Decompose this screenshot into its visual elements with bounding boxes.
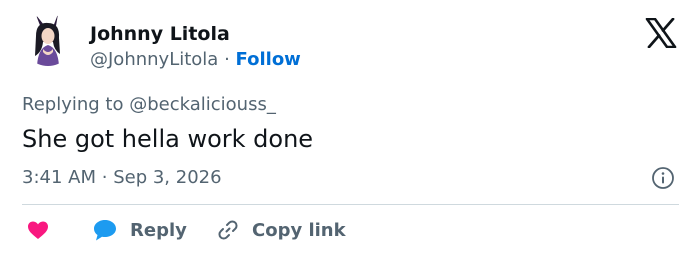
timestamp-separator: · — [101, 167, 108, 188]
author-handle[interactable]: @JohnnyLitola — [90, 49, 218, 70]
author-handle-row: @JohnnyLitola · Follow — [90, 48, 301, 72]
reply-bubble-icon — [94, 220, 116, 241]
tweet-time: 3:41 AM — [22, 167, 96, 188]
link-icon — [218, 220, 238, 240]
avatar[interactable] — [22, 14, 74, 66]
handle-separator: · — [224, 49, 230, 70]
info-icon[interactable] — [651, 166, 675, 190]
divider — [22, 204, 679, 205]
tweet-text: She got hella work done — [22, 125, 314, 153]
heart-icon — [28, 221, 48, 239]
tweet-timestamp[interactable]: 3:41 AM · Sep 3, 2026 — [22, 166, 222, 190]
reply-label: Reply — [130, 219, 187, 241]
avatar-image — [22, 14, 74, 66]
like-button[interactable] — [26, 214, 50, 246]
reply-context: Replying to @beckaliciouss_ — [22, 93, 276, 117]
tweet-card: Johnny Litola @JohnnyLitola · Follow Rep… — [0, 0, 700, 256]
tweet-date: Sep 3, 2026 — [113, 167, 222, 188]
copy-link-label: Copy link — [252, 219, 346, 241]
reply-button[interactable]: Reply — [92, 214, 187, 246]
author-name[interactable]: Johnny Litola — [90, 22, 230, 46]
reply-target-link[interactable]: @beckaliciouss_ — [129, 94, 276, 115]
copy-link-button[interactable]: Copy link — [216, 214, 346, 246]
x-logo-icon[interactable] — [645, 17, 677, 49]
follow-button[interactable]: Follow — [236, 49, 301, 70]
reply-context-prefix: Replying to — [22, 94, 124, 115]
